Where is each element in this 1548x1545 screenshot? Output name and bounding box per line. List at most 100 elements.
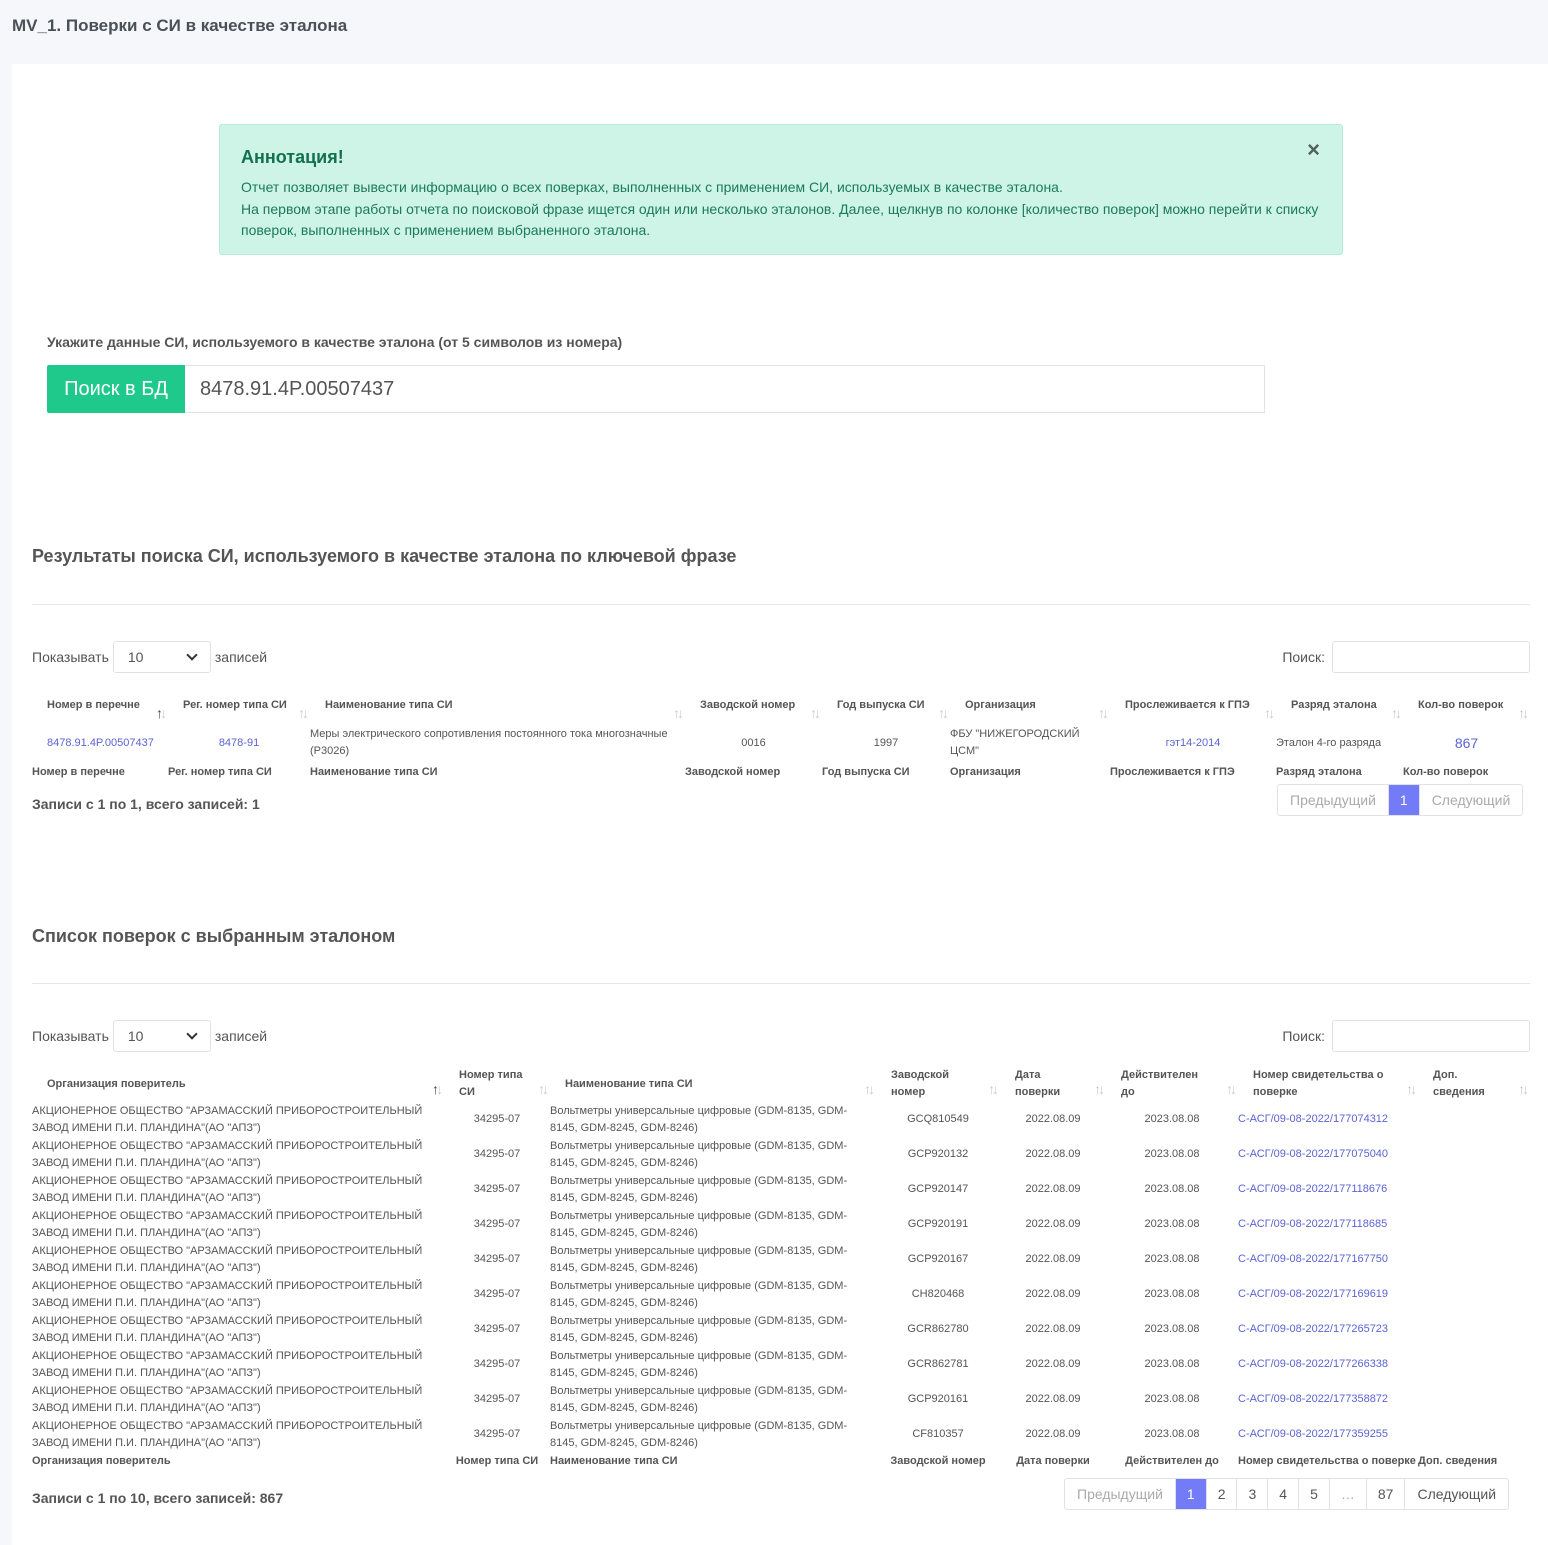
row-count-link[interactable]: 867 [1455,735,1478,751]
row-org: АКЦИОНЕРНОЕ ОБЩЕСТВО "АРЗАМАССКИЙ ПРИБОР… [32,1384,423,1414]
row-cert-link[interactable]: С-АСГ/09-08-2022/177169619 [1238,1288,1388,1300]
row-org: АКЦИОНЕРНОЕ ОБЩЕСТВО "АРЗАМАССКИЙ ПРИБОР… [32,1349,423,1379]
divider [32,983,1530,984]
row-org: АКЦИОНЕРНОЕ ОБЩЕСТВО "АРЗАМАССКИЙ ПРИБОР… [32,1279,423,1309]
page-2-button[interactable]: 2 [1205,1479,1237,1509]
close-icon[interactable]: × [1307,137,1320,163]
row-name: Вольтметры универсальные цифровые (GDM-8… [550,1104,848,1134]
col-header-type[interactable]: Номер типа СИ ↑↓ [444,1066,550,1102]
row-org: АКЦИОНЕРНОЕ ОБЩЕСТВО "АРЗАМАССКИЙ ПРИБОР… [32,1244,423,1274]
foot-count: Кол-во поверок [1403,766,1489,778]
row-year: 1997 [873,736,899,749]
row-cert-link[interactable]: С-АСГ/09-08-2022/177359255 [1238,1428,1388,1440]
col-header-name[interactable]: Наименование типа СИ ↑↓ [310,684,685,726]
row-name: Вольтметры универсальные цифровые (GDM-8… [550,1314,848,1344]
row-cert-link[interactable]: С-АСГ/09-08-2022/177167750 [1238,1253,1388,1265]
row-extra [1418,1172,1530,1207]
row-valid: 2023.08.08 [1144,1148,1200,1160]
row-type: 34295-07 [473,1393,521,1405]
row-cert-link[interactable]: С-АСГ/09-08-2022/177075040 [1238,1148,1388,1160]
col-header-count[interactable]: Кол-во поверок ↑↓ [1403,684,1530,726]
row-extra [1418,1417,1530,1452]
verifications-pagination: Предыдущий 1 2 3 4 5 … 87 Следующий [1064,1478,1510,1510]
table-row: АКЦИОНЕРНОЕ ОБЩЕСТВО "АРЗАМАССКИЙ ПРИБОР… [32,1242,1530,1277]
foot-org: Организация поверитель [32,1455,171,1467]
table-row: АКЦИОНЕРНОЕ ОБЩЕСТВО "АРЗАМАССКИЙ ПРИБОР… [32,1277,1530,1312]
show-label: Показывать [32,649,109,665]
verifications-filter-input[interactable] [1332,1020,1530,1052]
prev-page-button[interactable]: Предыдущий [1278,785,1388,815]
col-header-year[interactable]: Год выпуска СИ ↑↓ [822,684,950,726]
row-extra [1418,1382,1530,1417]
col-header-org[interactable]: Организация поверитель ↑↓ [32,1066,444,1102]
table-row: АКЦИОНЕРНОЕ ОБЩЕСТВО "АРЗАМАССКИЙ ПРИБОР… [32,1347,1530,1382]
col-header-date[interactable]: Дата поверки ↑↓ [1000,1066,1106,1102]
row-valid: 2023.08.08 [1144,1393,1200,1405]
foot-reg: Рег. номер типа СИ [168,766,272,778]
records-label: записей [214,1028,268,1044]
col-header-number[interactable]: Номер в перечне ↑↓ [32,684,168,726]
row-name: Меры электрического сопротивления постоя… [310,728,668,757]
col-header-serial[interactable]: Заводской номер ↑↓ [685,684,822,726]
page-3-button[interactable]: 3 [1236,1479,1267,1509]
records-label: записей [214,649,268,665]
col-header-org[interactable]: Организация ↑↓ [950,684,1110,726]
col-header-name[interactable]: Наименование типа СИ ↑↓ [550,1066,876,1102]
col-header-valid[interactable]: Действителен до ↑↓ [1106,1066,1238,1102]
page-5-button[interactable]: 5 [1298,1479,1329,1509]
results-length-select[interactable]: 10 [112,641,211,673]
row-cert-link[interactable]: С-АСГ/09-08-2022/177118676 [1238,1183,1387,1195]
col-header-extra[interactable]: Доп. сведения ↑↓ [1418,1066,1530,1102]
row-cert-link[interactable]: С-АСГ/09-08-2022/177118685 [1238,1218,1387,1230]
select-value: 10 [127,1028,144,1044]
search-input[interactable] [185,365,1265,413]
page-87-button[interactable]: 87 [1365,1479,1405,1509]
col-header-rank[interactable]: Разряд эталона ↑↓ [1276,684,1403,726]
alert-title: Аннотация! [241,147,344,167]
row-org: ФБУ "НИЖЕГОРОДСКИЙ ЦСМ" [950,728,1080,757]
sort-icon: ↑↓ [1094,1081,1105,1097]
select-value: 10 [127,649,144,665]
foot-serial: Заводской номер [685,766,781,778]
page-1-button[interactable]: 1 [1174,1479,1206,1509]
col-header-serial[interactable]: Заводской номер ↑↓ [876,1066,1000,1102]
row-rank: Эталон 4-го разряда [1276,736,1382,749]
page-ellipsis: … [1328,1479,1366,1509]
verifications-length-select[interactable]: 10 [112,1020,211,1052]
row-date: 2022.08.09 [1025,1288,1081,1300]
page-1-button[interactable]: 1 [1387,785,1419,815]
results-filter-input[interactable] [1332,641,1530,673]
row-extra [1418,1137,1530,1172]
row-number-link[interactable]: 8478.91.4P.00507437 [47,737,154,749]
sort-icon: ↑↓ [1406,1081,1417,1097]
col-header-gpe[interactable]: Прослеживается к ГПЭ ↑↓ [1110,684,1276,726]
next-page-button[interactable]: Следующий [1418,785,1523,815]
sort-icon: ↑↓ [1518,705,1529,721]
row-name: Вольтметры универсальные цифровые (GDM-8… [550,1244,848,1274]
foot-cert: Номер свидетельства о поверке [1238,1455,1416,1467]
filter-label: Поиск: [1282,1028,1325,1044]
row-cert-link[interactable]: С-АСГ/09-08-2022/177074312 [1238,1113,1388,1125]
row-reg-link[interactable]: 8478-91 [219,737,259,749]
sort-icon: ↑↓ [1391,705,1402,721]
row-gpe-link[interactable]: гэт14-2014 [1166,737,1221,749]
row-serial: GCP920167 [907,1253,969,1265]
sort-icon: ↑↓ [864,1081,875,1097]
row-cert-link[interactable]: С-АСГ/09-08-2022/177266338 [1238,1358,1388,1370]
divider [32,604,1530,605]
row-org: АКЦИОНЕРНОЕ ОБЩЕСТВО "АРЗАМАССКИЙ ПРИБОР… [32,1419,423,1449]
prev-page-button[interactable]: Предыдущий [1065,1479,1175,1509]
row-serial: GCQ810549 [907,1113,969,1125]
row-serial: GCR862781 [907,1358,969,1370]
row-cert-link[interactable]: С-АСГ/09-08-2022/177358872 [1238,1393,1388,1405]
page-4-button[interactable]: 4 [1267,1479,1298,1509]
foot-gpe: Прослеживается к ГПЭ [1110,766,1235,778]
row-cert-link[interactable]: С-АСГ/09-08-2022/177265723 [1238,1323,1388,1335]
col-header-cert[interactable]: Номер свидетельства о поверке ↑↓ [1238,1066,1418,1102]
search-db-button[interactable]: Поиск в БД [47,365,185,413]
next-page-button[interactable]: Следующий [1404,1479,1508,1509]
row-date: 2022.08.09 [1025,1148,1081,1160]
row-extra [1418,1207,1530,1242]
col-header-reg[interactable]: Рег. номер типа СИ ↑↓ [168,684,310,726]
foot-extra: Доп. сведения [1418,1455,1498,1467]
